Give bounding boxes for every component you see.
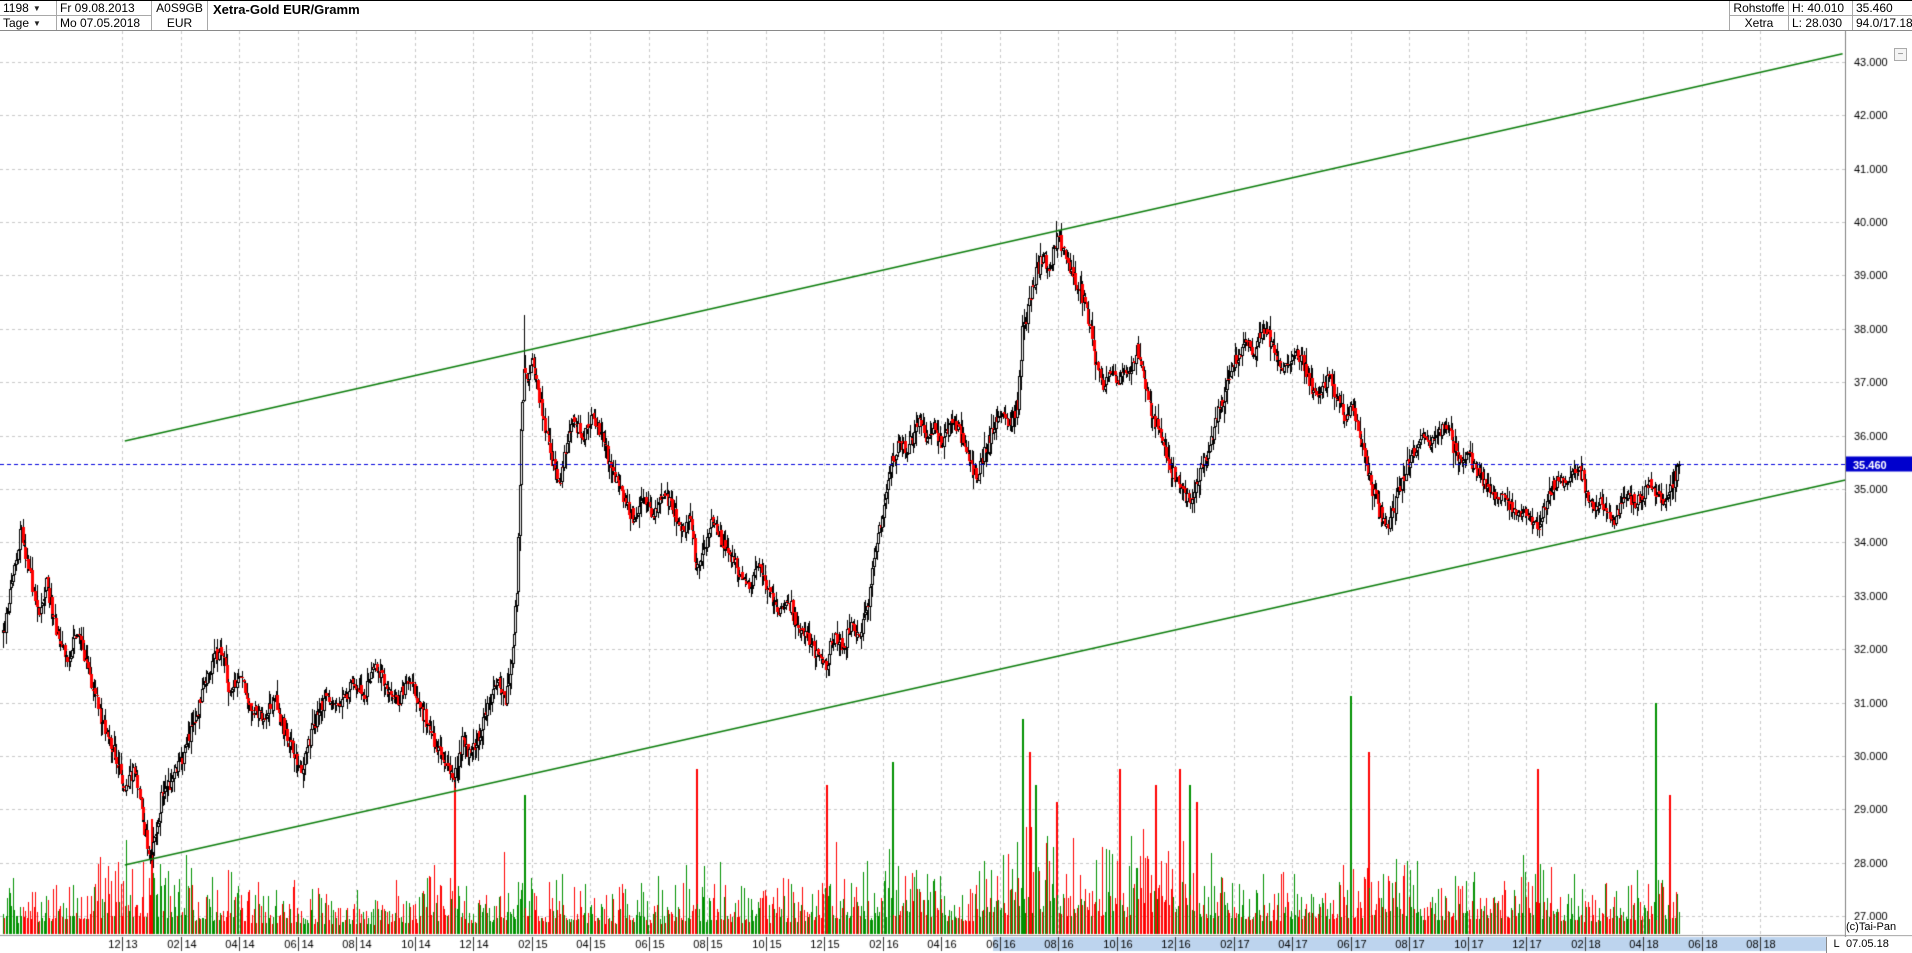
period-dropdown[interactable]: Tage ▼ [0, 16, 57, 30]
last-date-cell: 07.05.18 [1846, 937, 1912, 953]
taipan-chart-window: 1198 ▼ Fr 09.08.2013 A0S9GB Xetra-Gold E… [0, 0, 1912, 953]
date-from-field[interactable]: Fr 09.08.2013 [57, 1, 152, 16]
date-from-value: Fr 09.08.2013 [60, 2, 135, 15]
exchange-cell: Xetra [1729, 16, 1789, 30]
stats-cell: 94.0/17.18 [1853, 16, 1912, 30]
currency-field: EUR [152, 16, 208, 30]
bars-count-value: 1198 [3, 2, 29, 15]
chart-title: Xetra-Gold EUR/Gramm [210, 1, 810, 17]
last-marker-cell: L [1826, 937, 1846, 953]
wkn-value: A0S9GB [156, 2, 203, 15]
category-cell: Rohstoffe [1729, 1, 1789, 16]
last-price-value: 35.460 [1856, 2, 1893, 15]
currency-value: EUR [167, 17, 192, 30]
bars-count-dropdown[interactable]: 1198 ▼ [0, 1, 57, 16]
last-price-cell: 35.460 [1853, 1, 1912, 16]
minus-icon: − [1898, 49, 1904, 60]
stats-value: 94.0/17.18 [1856, 17, 1912, 30]
last-marker-text: L [1833, 938, 1839, 950]
period-low-cell: L: 28.030 [1789, 16, 1853, 30]
category-value: Rohstoffe [1733, 2, 1784, 15]
date-to-value: Mo 07.05.2018 [60, 17, 140, 30]
exchange-value: Xetra [1745, 17, 1774, 30]
chevron-down-icon: ▼ [33, 17, 41, 30]
period-low-value: L: 28.030 [1792, 17, 1842, 30]
date-to-field[interactable]: Mo 07.05.2018 [57, 16, 152, 30]
price-chart-canvas[interactable] [0, 1, 1912, 953]
chart-title-text: Xetra-Gold EUR/Gramm [213, 3, 360, 16]
copyright-text: (c)Tai-Pan [1846, 921, 1896, 933]
last-date-text: 07.05.18 [1846, 938, 1889, 950]
period-high-value: H: 40.010 [1792, 2, 1844, 15]
wkn-field[interactable]: A0S9GB [152, 1, 208, 16]
header-divider [0, 30, 1912, 31]
chevron-down-icon: ▼ [33, 2, 41, 15]
collapse-axis-button[interactable]: − [1894, 48, 1907, 61]
period-high-cell: H: 40.010 [1789, 1, 1853, 16]
period-value: Tage [3, 17, 29, 30]
copyright-label: (c)Tai-Pan [1846, 920, 1912, 935]
